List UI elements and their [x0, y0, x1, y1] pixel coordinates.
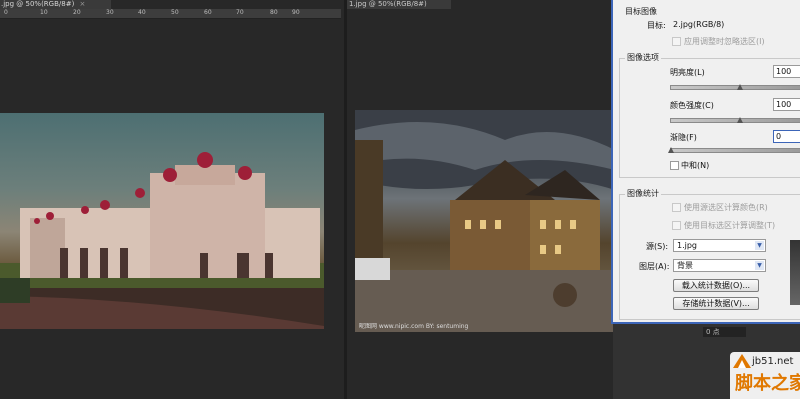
- document-tab-title: .jpg @ 50%(RGB/8#): [1, 0, 75, 8]
- close-tab-icon[interactable]: ×: [80, 0, 86, 8]
- fade-input[interactable]: 0: [773, 130, 800, 143]
- palace-image-canvas[interactable]: [0, 113, 324, 329]
- neutralize-checkbox[interactable]: [670, 161, 679, 170]
- target-image-group-title: 目标图像: [623, 6, 659, 17]
- layer-label: 图层(A):: [639, 262, 670, 271]
- luminance-slider-thumb[interactable]: [737, 84, 743, 90]
- color-intensity-label: 颜色强度(C): [670, 101, 714, 110]
- site-watermark-url: jb51.net: [752, 356, 794, 367]
- neutralize-label: 中和(N): [681, 161, 710, 170]
- ignore-selection-label: 应用调整时忽略选区(I): [684, 37, 765, 46]
- chevron-down-icon: ▼: [755, 261, 764, 270]
- site-watermark-name: 脚本之家: [735, 373, 800, 394]
- match-color-dialog: 目标图像 目标: 2.jpg(RGB/8) 应用调整时忽略选区(I) 图像选项 …: [611, 0, 800, 324]
- layer-select-value: 背景: [677, 261, 693, 270]
- layer-select[interactable]: 背景 ▼: [673, 259, 766, 272]
- color-intensity-slider-thumb[interactable]: [737, 117, 743, 123]
- site-logo-icon: [733, 354, 751, 368]
- document-tab-left[interactable]: .jpg @ 50%(RGB/8#) ×: [0, 0, 111, 9]
- use-target-selection-label: 使用目标选区计算调整(T): [684, 221, 776, 230]
- color-intensity-input[interactable]: 100: [773, 98, 800, 111]
- use-source-selection-checkbox[interactable]: [672, 203, 681, 212]
- photo-watermark: 昵图网 www.nipic.com BY: sentuming: [359, 323, 469, 330]
- document-window-right: 1.jpg @ 50%(RGB/8#) 昵图网 www.nipic.com BY…: [344, 0, 617, 399]
- source-select[interactable]: 1.jpg ▼: [673, 239, 766, 252]
- ruler-tick: 70: [236, 9, 244, 16]
- ruler-tick: 0: [4, 9, 8, 16]
- luminance-slider-track[interactable]: [670, 85, 800, 90]
- palace-illustration: [0, 152, 324, 329]
- ignore-selection-checkbox[interactable]: [672, 37, 681, 46]
- source-label: 源(S):: [646, 242, 669, 251]
- source-select-value: 1.jpg: [677, 241, 698, 250]
- ruler-tick: 80: [270, 9, 278, 16]
- image-statistics-group-title: 图像统计: [625, 188, 661, 199]
- fade-slider-thumb[interactable]: [668, 147, 674, 153]
- image-options-group-title: 图像选项: [625, 52, 661, 63]
- ruler-tick: 10: [40, 9, 48, 16]
- color-intensity-slider-track[interactable]: [670, 118, 800, 123]
- town-image-canvas[interactable]: 昵图网 www.nipic.com BY: sentuming: [355, 110, 615, 332]
- ruler-tick: 90: [292, 9, 300, 16]
- use-source-selection-label: 使用源选区计算颜色(R): [684, 203, 768, 212]
- town-illustration: [355, 110, 615, 332]
- source-preview-thumbnail: [790, 240, 800, 305]
- ruler-tick: 30: [106, 9, 114, 16]
- use-target-selection-checkbox[interactable]: [672, 221, 681, 230]
- luminance-label: 明亮度(L): [670, 68, 705, 77]
- chevron-down-icon: ▼: [755, 241, 764, 250]
- horizontal-ruler[interactable]: 0 10 20 30 40 50 60 70 80 90: [0, 9, 341, 19]
- ruler-tick: 40: [138, 9, 146, 16]
- fade-label: 渐隐(F): [670, 133, 697, 142]
- target-value: 2.jpg(RGB/8): [673, 20, 725, 29]
- load-statistics-button[interactable]: 载入统计数据(O)...: [673, 279, 759, 292]
- fade-slider-track[interactable]: [670, 148, 800, 153]
- document-tab-title: 1.jpg @ 50%(RGB/8#): [349, 0, 427, 8]
- save-statistics-button[interactable]: 存储统计数据(V)...: [673, 297, 759, 310]
- document-tab-right[interactable]: 1.jpg @ 50%(RGB/8#): [347, 0, 451, 9]
- ruler-tick: 60: [204, 9, 212, 16]
- document-window-left: .jpg @ 50%(RGB/8#) × 0 10 20 30 40 50 60…: [0, 0, 341, 399]
- target-label: 目标:: [647, 21, 666, 30]
- ruler-tick: 50: [171, 9, 179, 16]
- panel-value-field[interactable]: 0 点: [703, 327, 746, 337]
- luminance-input[interactable]: 100: [773, 65, 800, 78]
- ruler-tick: 20: [73, 9, 81, 16]
